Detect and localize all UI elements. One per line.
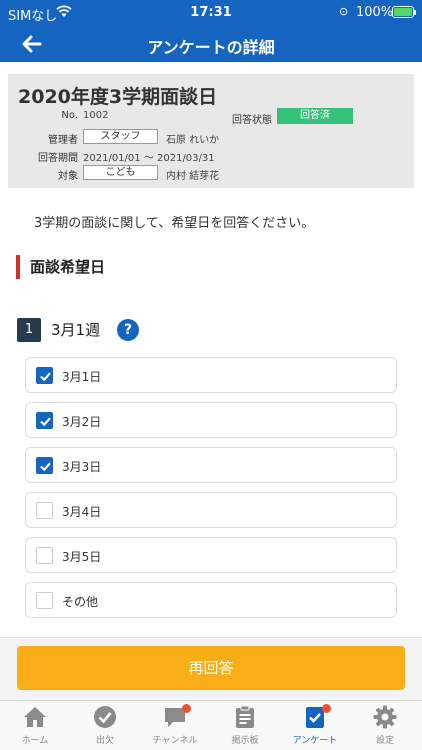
reanswer-button[interactable]: 再回答 xyxy=(17,646,405,690)
notification-dot xyxy=(322,704,331,713)
target-role-box: こども xyxy=(83,165,158,180)
tab-survey[interactable]: アンケート xyxy=(280,701,350,750)
tab-label: ホーム xyxy=(21,736,49,746)
option-item[interactable]: 3月2日 xyxy=(25,402,397,438)
tab-label: アンケート xyxy=(292,736,338,746)
status-bar: SIMなし 17:31 ⊙ 100% xyxy=(0,0,422,26)
no-value: 1002 xyxy=(83,110,109,121)
option-item[interactable]: 3月3日 xyxy=(25,447,397,483)
status-badge: 回答済 xyxy=(277,108,353,124)
target-name: 内村 結芽花 xyxy=(166,171,220,182)
option-label: その他 xyxy=(62,595,99,609)
option-label: 3月1日 xyxy=(62,370,102,384)
tab-label: 掲示板 xyxy=(231,736,259,746)
question-number: 1 xyxy=(17,318,41,342)
option-label: 3月5日 xyxy=(62,550,102,564)
survey-info-card: 2020年度3学期面談日 No. 1002 回答状態 回答済 管理者 スタッフ … xyxy=(8,74,414,188)
section-heading: 面談希望日 xyxy=(16,255,105,279)
option-item[interactable]: 3月4日 xyxy=(25,492,397,528)
tab-home[interactable]: ホーム xyxy=(0,701,70,750)
tab-label: 出欠 xyxy=(95,736,114,746)
tab-label: 設定 xyxy=(375,736,394,746)
page-title: アンケートの詳細 xyxy=(147,38,275,57)
check-circle-icon xyxy=(93,705,117,729)
target-label: 対象 xyxy=(58,171,78,182)
option-label: 3月2日 xyxy=(62,415,102,429)
option-label: 3月4日 xyxy=(62,505,102,519)
checkbox[interactable] xyxy=(36,457,53,474)
no-label: No. xyxy=(61,110,78,121)
option-item[interactable]: その他 xyxy=(25,582,397,618)
checkbox[interactable] xyxy=(36,592,53,609)
manager-role-box: スタッフ xyxy=(83,129,158,144)
survey-title: 2020年度3学期面談日 xyxy=(18,86,218,108)
battery-icon xyxy=(392,6,416,18)
tab-attendance[interactable]: 出欠 xyxy=(70,701,140,750)
rotation-lock-icon: ⊙ xyxy=(339,5,349,18)
checkbox[interactable] xyxy=(36,367,53,384)
period-label: 回答期間 xyxy=(38,153,78,164)
tab-settings[interactable]: 設定 xyxy=(350,701,420,750)
option-label: 3月3日 xyxy=(62,460,102,474)
tab-channel[interactable]: チャンネル xyxy=(140,701,210,750)
period-value: 2021/01/01 ～ 2021/03/31 xyxy=(83,153,215,164)
checkbox[interactable] xyxy=(36,412,53,429)
survey-description: 3学期の面談に関して、希望日を回答ください。 xyxy=(34,216,315,231)
battery-percent: 100% xyxy=(356,5,394,20)
clipboard-icon xyxy=(233,705,257,729)
tab-bar: ホーム 出欠 チャンネル 掲示板 アンケート 設定 xyxy=(0,700,422,750)
question-title: 3月1週 xyxy=(51,321,101,339)
checkbox[interactable] xyxy=(36,502,53,519)
manager-name: 石原 れいか xyxy=(166,135,220,146)
help-icon[interactable]: ? xyxy=(117,319,139,341)
tab-bulletin[interactable]: 掲示板 xyxy=(210,701,280,750)
option-item[interactable]: 3月1日 xyxy=(25,357,397,393)
checkbox[interactable] xyxy=(36,547,53,564)
nav-bar: アンケートの詳細 xyxy=(0,26,422,62)
notification-dot xyxy=(182,704,191,713)
option-item[interactable]: 3月5日 xyxy=(25,537,397,573)
home-icon xyxy=(23,705,47,729)
status-label: 回答状態 xyxy=(232,115,272,126)
gear-icon xyxy=(373,705,397,729)
tab-label: チャンネル xyxy=(152,736,198,746)
manager-label: 管理者 xyxy=(48,135,78,146)
